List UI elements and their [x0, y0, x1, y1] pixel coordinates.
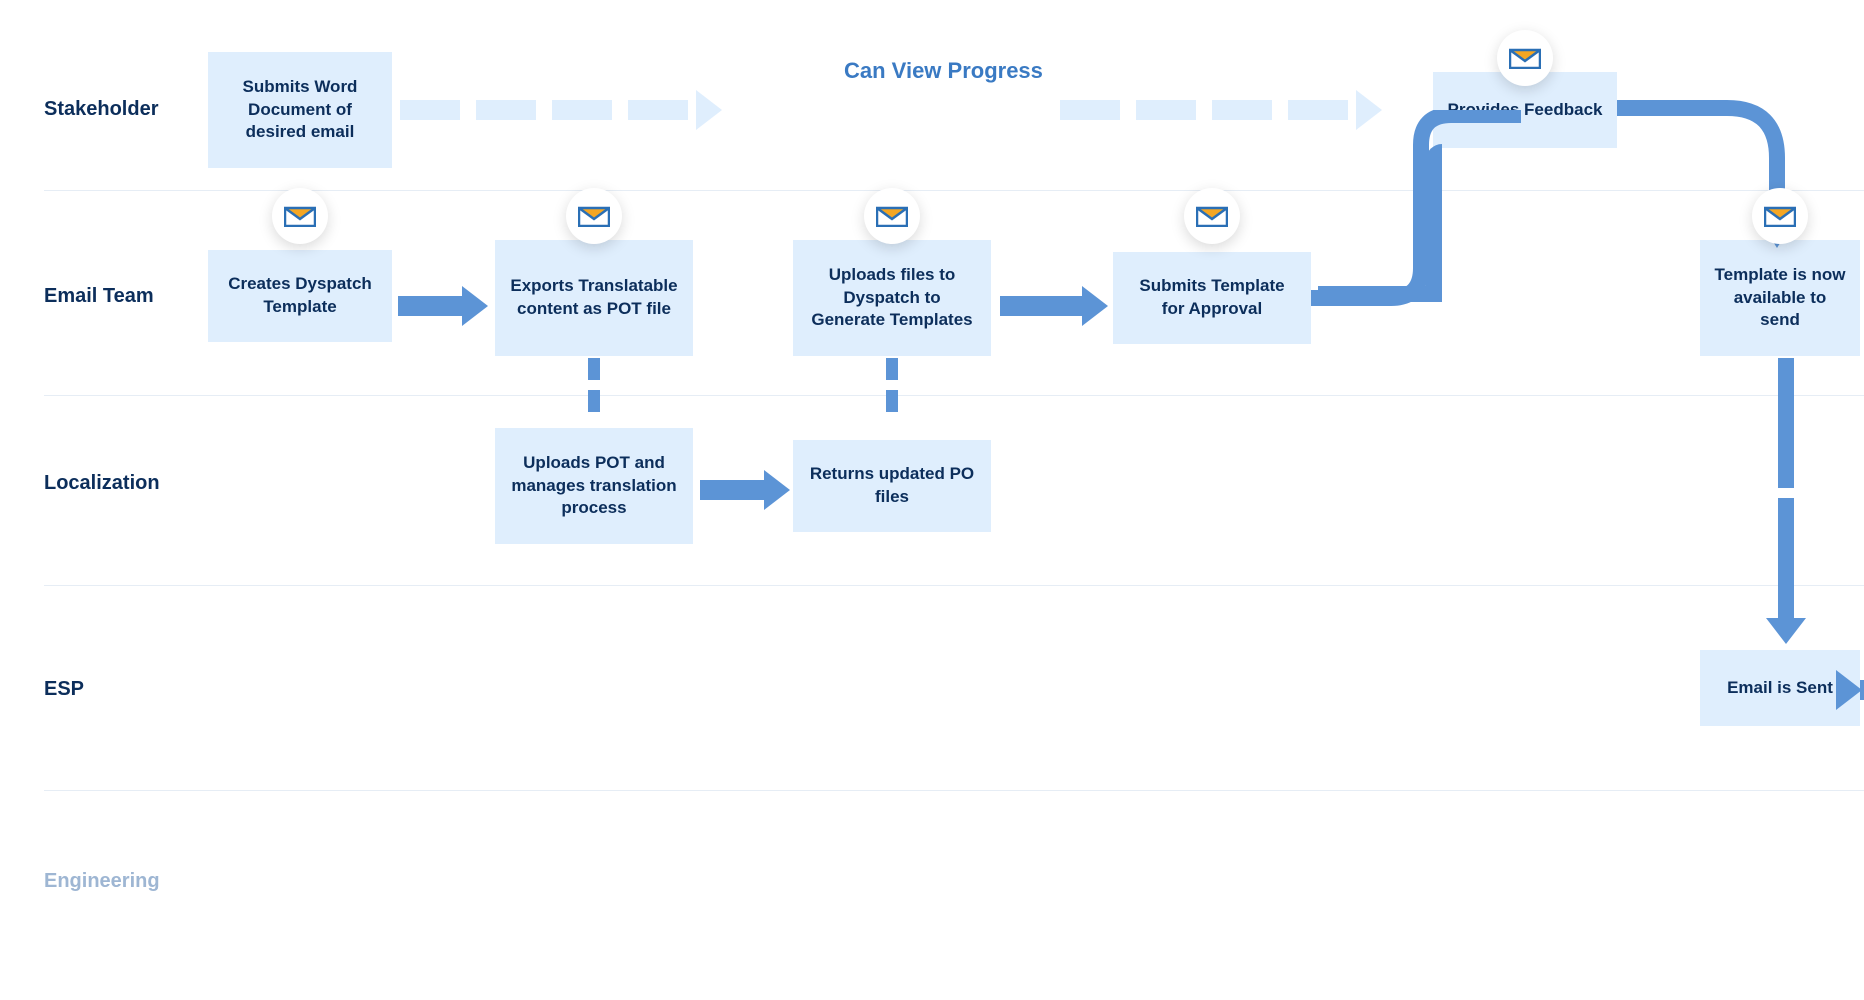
box-email-exports: Exports Translatable content as POT file: [495, 240, 693, 356]
lane-divider: [44, 395, 1864, 396]
vertical-connector: [588, 358, 600, 380]
box-text: Email is Sent: [1727, 677, 1833, 700]
arrow-right: [1000, 286, 1110, 326]
dashed-arrow-segment: [1212, 100, 1272, 120]
dashed-arrow-segment: [552, 100, 612, 120]
box-text: Uploads POT and manages translation proc…: [509, 452, 679, 521]
dashed-arrow-segment: [628, 100, 688, 120]
arrow-right: [1860, 680, 1864, 700]
lane-divider: [44, 585, 1864, 586]
progress-label: Can View Progress: [844, 58, 1043, 84]
arrow-elbow-svg: [1311, 110, 1531, 310]
box-email-submits-approval: Submits Template for Approval: [1113, 252, 1311, 344]
box-email-uploads: Uploads files to Dyspatch to Generate Te…: [793, 240, 991, 356]
arrow-down: [1766, 358, 1806, 648]
dashed-arrow-head: [696, 90, 722, 130]
dashed-arrow-segment: [476, 100, 536, 120]
lane-divider: [44, 190, 1864, 191]
lane-label-engineering: Engineering: [44, 870, 160, 893]
arrow-right: [700, 470, 790, 510]
dashed-arrow-segment: [1060, 100, 1120, 120]
box-text: Exports Translatable content as POT file: [509, 275, 679, 321]
lane-divider: [44, 790, 1864, 791]
box-text: Creates Dyspatch Template: [222, 273, 378, 319]
email-icon: [864, 188, 920, 244]
dashed-arrow-segment: [1136, 100, 1196, 120]
dashed-arrow-segment: [400, 100, 460, 120]
vertical-connector: [886, 358, 898, 380]
box-loc-returns: Returns updated PO files: [793, 440, 991, 532]
vertical-connector: [588, 390, 600, 412]
email-icon: [272, 188, 328, 244]
box-text: Returns updated PO files: [807, 463, 977, 509]
arrow-right: [398, 286, 488, 326]
box-email-creates: Creates Dyspatch Template: [208, 250, 392, 342]
box-loc-uploads: Uploads POT and manages translation proc…: [495, 428, 693, 544]
email-icon: [1752, 188, 1808, 244]
lane-label-email-team: Email Team: [44, 285, 154, 308]
email-icon: [1184, 188, 1240, 244]
box-stakeholder-submit: Submits Word Document of desired email: [208, 52, 392, 168]
box-text: Submits Word Document of desired email: [222, 76, 378, 145]
lane-label-stakeholder: Stakeholder: [44, 98, 158, 121]
box-text: Submits Template for Approval: [1127, 275, 1297, 321]
vertical-connector: [886, 390, 898, 412]
lane-label-esp: ESP: [44, 678, 84, 701]
email-icon: [566, 188, 622, 244]
box-text: Uploads files to Dyspatch to Generate Te…: [807, 264, 977, 333]
lane-label-localization: Localization: [44, 472, 160, 495]
email-icon: [1497, 30, 1553, 86]
